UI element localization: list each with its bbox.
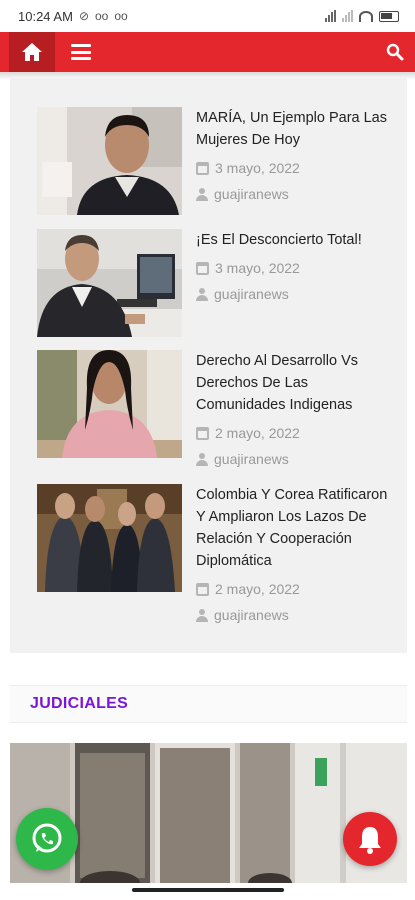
signal-icon-2 bbox=[342, 10, 353, 22]
news-meta: Derecho Al Desarrollo Vs Derechos De Las… bbox=[196, 350, 396, 470]
search-button[interactable] bbox=[375, 32, 415, 72]
calendar-icon bbox=[196, 582, 209, 596]
featured-image[interactable] bbox=[10, 743, 407, 883]
news-date: 3 mayo, 2022 bbox=[196, 157, 396, 179]
news-author[interactable]: guajiranews bbox=[196, 183, 396, 205]
menu-button[interactable] bbox=[59, 32, 103, 72]
user-icon bbox=[196, 187, 208, 201]
wifi-icon bbox=[359, 10, 373, 22]
home-icon bbox=[22, 43, 42, 61]
news-thumbnail[interactable] bbox=[37, 350, 182, 458]
voicemail-icon: oo bbox=[95, 9, 109, 23]
home-button[interactable] bbox=[9, 32, 55, 78]
whatsapp-icon bbox=[32, 823, 62, 853]
news-thumbnail[interactable] bbox=[37, 484, 182, 592]
whatsapp-button[interactable] bbox=[16, 808, 78, 870]
user-icon bbox=[196, 452, 208, 466]
news-item[interactable]: ¡Es El Desconcierto Total! 3 mayo, 2022 … bbox=[37, 229, 397, 337]
status-time: 10:24 AM bbox=[18, 8, 73, 24]
news-thumbnail[interactable] bbox=[37, 229, 182, 337]
news-author-text: guajiranews bbox=[214, 186, 289, 202]
news-author[interactable]: guajiranews bbox=[196, 604, 396, 626]
news-title[interactable]: ¡Es El Desconcierto Total! bbox=[196, 229, 396, 251]
search-icon bbox=[386, 43, 404, 61]
section-header: JUDICIALES bbox=[10, 685, 407, 723]
news-meta: ¡Es El Desconcierto Total! 3 mayo, 2022 … bbox=[196, 229, 396, 337]
voicemail-icon-2: oo bbox=[114, 9, 128, 23]
news-meta: MARÍA, Un Ejemplo Para Las Mujeres De Ho… bbox=[196, 107, 396, 215]
news-item[interactable]: Colombia Y Corea Ratificaron Y Ampliaron… bbox=[37, 484, 397, 626]
section-title[interactable]: JUDICIALES bbox=[30, 695, 128, 713]
news-author[interactable]: guajiranews bbox=[196, 448, 396, 470]
news-date-text: 3 mayo, 2022 bbox=[215, 260, 300, 276]
news-author-text: guajiranews bbox=[214, 607, 289, 623]
user-icon bbox=[196, 608, 208, 622]
news-date-text: 3 mayo, 2022 bbox=[215, 160, 300, 176]
news-title[interactable]: Colombia Y Corea Ratificaron Y Ampliaron… bbox=[196, 484, 396, 572]
home-indicator[interactable] bbox=[132, 888, 284, 892]
news-author-text: guajiranews bbox=[214, 286, 289, 302]
calendar-icon bbox=[196, 261, 209, 275]
calendar-icon bbox=[196, 426, 209, 440]
news-title[interactable]: Derecho Al Desarrollo Vs Derechos De Las… bbox=[196, 350, 396, 416]
menu-icon bbox=[71, 44, 91, 60]
news-item[interactable]: Derecho Al Desarrollo Vs Derechos De Las… bbox=[37, 350, 397, 470]
user-icon bbox=[196, 287, 208, 301]
bell-icon bbox=[359, 827, 381, 854]
top-navbar bbox=[0, 32, 415, 78]
news-item[interactable]: MARÍA, Un Ejemplo Para Las Mujeres De Ho… bbox=[37, 107, 397, 215]
news-date: 2 mayo, 2022 bbox=[196, 578, 396, 600]
news-date-text: 2 mayo, 2022 bbox=[215, 581, 300, 597]
news-date: 3 mayo, 2022 bbox=[196, 257, 396, 279]
status-bar: 10:24 AM ⊘ oo oo bbox=[0, 0, 415, 32]
alarm-off-icon: ⊘ bbox=[78, 9, 89, 23]
news-author[interactable]: guajiranews bbox=[196, 283, 396, 305]
news-date-text: 2 mayo, 2022 bbox=[215, 425, 300, 441]
news-date: 2 mayo, 2022 bbox=[196, 422, 396, 444]
news-thumbnail[interactable] bbox=[37, 107, 182, 215]
news-title[interactable]: MARÍA, Un Ejemplo Para Las Mujeres De Ho… bbox=[196, 107, 396, 151]
notification-bell-button[interactable] bbox=[343, 812, 397, 866]
news-meta: Colombia Y Corea Ratificaron Y Ampliaron… bbox=[196, 484, 396, 626]
news-author-text: guajiranews bbox=[214, 451, 289, 467]
signal-icon bbox=[325, 10, 336, 22]
battery-icon bbox=[379, 10, 399, 22]
calendar-icon bbox=[196, 161, 209, 175]
